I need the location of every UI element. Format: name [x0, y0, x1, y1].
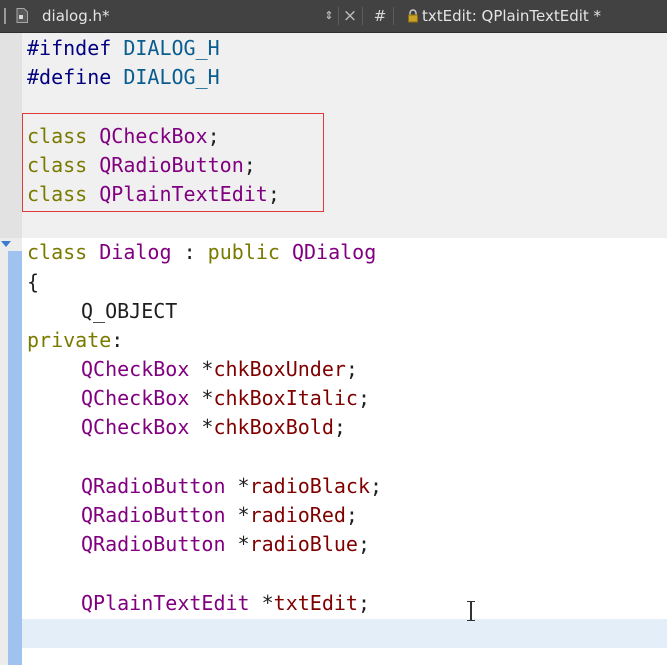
- keyword: class: [27, 240, 88, 265]
- member-declaration: QPlainTextEdit *txtEdit;: [27, 589, 382, 618]
- code-line: #ifndef DIALOG_H: [27, 34, 382, 63]
- semicolon: ;: [370, 473, 383, 498]
- macro-name: DIALOG_H: [123, 65, 220, 90]
- semicolon: ;: [345, 357, 358, 382]
- member-type: QRadioButton: [81, 503, 226, 527]
- access-keyword: private: [27, 327, 112, 352]
- semicolon: ;: [357, 532, 371, 557]
- member-name: radioRed: [249, 503, 346, 527]
- hash-icon[interactable]: #: [373, 0, 387, 32]
- member-declaration: QRadioButton *radioBlack;: [27, 472, 382, 501]
- class-declaration: class Dialog : public QDialog: [27, 238, 382, 267]
- pointer: *: [261, 590, 274, 615]
- close-document-icon[interactable]: ×: [341, 0, 359, 32]
- navigation-handle[interactable]: [0, 0, 16, 32]
- member-declaration: QCheckBox *chkBoxUnder;: [27, 355, 382, 384]
- gutter-shaded-region: [0, 33, 22, 238]
- preprocessor-directive: #ifndef: [27, 36, 112, 60]
- preprocessor-directive: #define: [27, 65, 112, 90]
- semicolon: ;: [333, 415, 346, 440]
- member-name: chkBoxItalic: [213, 386, 358, 411]
- member-type: QPlainTextEdit: [81, 590, 250, 615]
- semicolon: ;: [357, 386, 371, 411]
- text-cursor-icon: [465, 601, 477, 621]
- member-name: radioBlack: [249, 473, 371, 498]
- open-file-name[interactable]: dialog.h*: [42, 0, 110, 32]
- colon: :: [183, 240, 196, 265]
- member-variable-icon: [406, 0, 422, 32]
- qobject-macro: Q_OBJECT: [81, 298, 178, 323]
- semicolon: ;: [345, 503, 358, 527]
- pointer: *: [201, 357, 214, 382]
- symbol-selector[interactable]: txtEdit: QPlainTextEdit *: [422, 0, 601, 32]
- file-switch-icon[interactable]: ⇕: [322, 0, 336, 32]
- pointer: *: [237, 473, 250, 498]
- member-type: QCheckBox: [81, 386, 190, 411]
- editor-gutter[interactable]: [0, 33, 22, 665]
- annotation-highlight-box: [22, 113, 324, 212]
- member-declaration: QRadioButton *radioBlue;: [27, 530, 382, 559]
- editor-toolbar: dialog.h* ⇕ × # txtEdit: QPlainTextEdit …: [0, 0, 667, 33]
- code-line: #define DIALOG_H: [27, 63, 382, 92]
- toolbar-divider: [338, 7, 339, 25]
- pointer: *: [201, 415, 214, 440]
- member-declaration: QCheckBox *chkBoxBold;: [27, 413, 382, 442]
- pointer: *: [237, 503, 250, 527]
- code-line: {: [27, 268, 382, 297]
- member-type: QCheckBox: [81, 415, 190, 440]
- member-type: QRadioButton: [81, 473, 226, 498]
- member-type: QCheckBox: [81, 357, 190, 382]
- open-brace: {: [27, 269, 40, 294]
- semicolon: ;: [357, 590, 371, 615]
- member-name: chkBoxUnder: [213, 357, 346, 382]
- pointer: *: [237, 532, 250, 557]
- pointer: *: [201, 386, 214, 411]
- toolbar-divider: [393, 7, 394, 25]
- access-keyword: public: [207, 240, 280, 265]
- base-class-name: QDialog: [291, 240, 377, 265]
- member-name: radioBlue: [249, 532, 358, 557]
- header-file-icon: [16, 0, 30, 32]
- toolbar-divider: [362, 7, 363, 25]
- member-declaration: QRadioButton *radioRed;: [27, 501, 382, 530]
- member-declaration: QCheckBox *chkBoxItalic;: [27, 384, 382, 413]
- member-name: txtEdit: [273, 590, 358, 615]
- member-name: chkBoxBold: [213, 415, 334, 440]
- code-line: Q_OBJECT: [27, 297, 382, 326]
- colon: :: [111, 327, 124, 352]
- macro-name: DIALOG_H: [123, 36, 220, 60]
- class-name: Dialog: [99, 240, 172, 265]
- fold-range-bar[interactable]: [8, 251, 22, 665]
- code-line: private:: [27, 326, 382, 355]
- member-type: QRadioButton: [81, 532, 226, 557]
- fold-arrow-icon[interactable]: [1, 241, 11, 247]
